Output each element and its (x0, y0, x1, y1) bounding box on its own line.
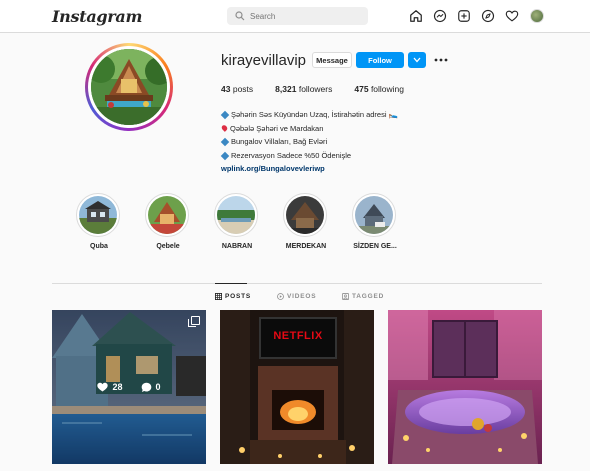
highlight-cover (148, 196, 186, 234)
heart-icon (97, 382, 109, 392)
top-nav: Instagram (0, 0, 590, 33)
comment-icon (141, 382, 151, 392)
post-thumbnail[interactable] (388, 310, 542, 464)
home-icon[interactable] (408, 8, 424, 24)
tag-user-icon (342, 293, 349, 300)
highlight-cover (286, 196, 324, 234)
bio-line-2: Qəbələ Şəhəri ve Mardakan (230, 123, 324, 133)
highlight-item[interactable]: SİZDEN GE... (352, 193, 397, 250)
post-thumbnail[interactable]: NETFLIX (220, 310, 374, 464)
highlight-item[interactable]: Quba (76, 193, 121, 250)
profile-photo (91, 49, 167, 125)
highlight-label: NABRAN (221, 243, 253, 250)
tab-tagged-label: TAGGED (352, 293, 385, 300)
comments-count: 0 (155, 382, 161, 392)
nav-icons (408, 8, 544, 24)
likes-count: 28 (112, 382, 123, 392)
highlight-cover (217, 196, 255, 234)
blue-diamond-icon (220, 137, 230, 147)
profile-username: kirayevillavip (221, 52, 307, 69)
more-options-button[interactable] (434, 54, 448, 66)
instagram-logo[interactable]: Instagram (52, 7, 142, 26)
posts-stat: 43 posts (221, 84, 254, 94)
followers-stat[interactable]: 8,321 followers (275, 84, 332, 94)
blue-diamond-icon (220, 151, 230, 160)
likes-stat: 28 (97, 382, 123, 392)
highlight-label: Qebele (156, 243, 180, 250)
pin-icon (220, 124, 229, 133)
profile-avatar[interactable] (528, 8, 544, 24)
netflix-sign: NETFLIX (273, 330, 323, 342)
profile-picture[interactable] (85, 43, 173, 131)
activity-heart-icon[interactable] (504, 8, 520, 24)
carousel-icon (188, 316, 200, 327)
bio-line-1: Şəhərin Səs Küyündən Uzaq, İstirahətin a… (231, 110, 398, 119)
highlight-label: Quba (90, 243, 108, 250)
chevron-down-icon (413, 57, 421, 63)
search-icon (235, 11, 245, 21)
play-circle-icon (277, 293, 284, 300)
tab-videos[interactable]: VIDEOS (277, 293, 316, 300)
tabs-divider (52, 283, 542, 284)
highlight-item[interactable]: Qebele (145, 193, 190, 250)
highlight-label: SİZDEN GE... (353, 243, 397, 250)
following-stat[interactable]: 475 following (354, 84, 404, 94)
comments-stat: 0 (141, 382, 161, 393)
explore-icon[interactable] (480, 8, 496, 24)
new-post-icon[interactable] (456, 8, 472, 24)
tab-posts[interactable]: POSTS (215, 293, 251, 300)
message-button[interactable]: Message (312, 52, 352, 68)
grid-icon (215, 293, 222, 300)
profile-bio: Şəhərin Səs Küyündən Uzaq, İstirahətin a… (220, 108, 398, 176)
highlight-label: MERDEKAN (285, 243, 327, 250)
bio-link[interactable]: wplink.org/Bungalovevleriwp (221, 162, 325, 176)
tab-posts-label: POSTS (225, 293, 252, 300)
highlight-item[interactable]: NABRAN (214, 193, 259, 250)
more-dots-icon (434, 58, 448, 62)
bio-line-3: Bungalov Villaları, Bağ Evləri (231, 137, 328, 147)
profile-stats: 43 posts 8,321 followers 475 following (221, 84, 426, 94)
messenger-icon[interactable] (432, 8, 448, 24)
post-hover-overlay: 28 0 (52, 310, 206, 464)
tab-tagged[interactable]: TAGGED (342, 293, 384, 300)
follow-button[interactable]: Follow (356, 52, 404, 68)
avatar (530, 9, 544, 23)
search-input[interactable] (250, 11, 350, 21)
highlight-cover (79, 196, 117, 234)
blue-diamond-icon (220, 110, 230, 120)
post-thumbnail[interactable]: 28 0 (52, 310, 206, 464)
active-tab-indicator (215, 283, 247, 284)
highlight-cover (355, 196, 393, 234)
tab-videos-label: VIDEOS (287, 293, 317, 300)
suggested-dropdown-button[interactable] (408, 52, 426, 68)
highlight-item[interactable]: MERDEKAN (283, 193, 328, 250)
search-box[interactable] (227, 7, 368, 25)
bio-line-4: Rezervasyon Sadece %50 Ödenişle (231, 150, 352, 160)
